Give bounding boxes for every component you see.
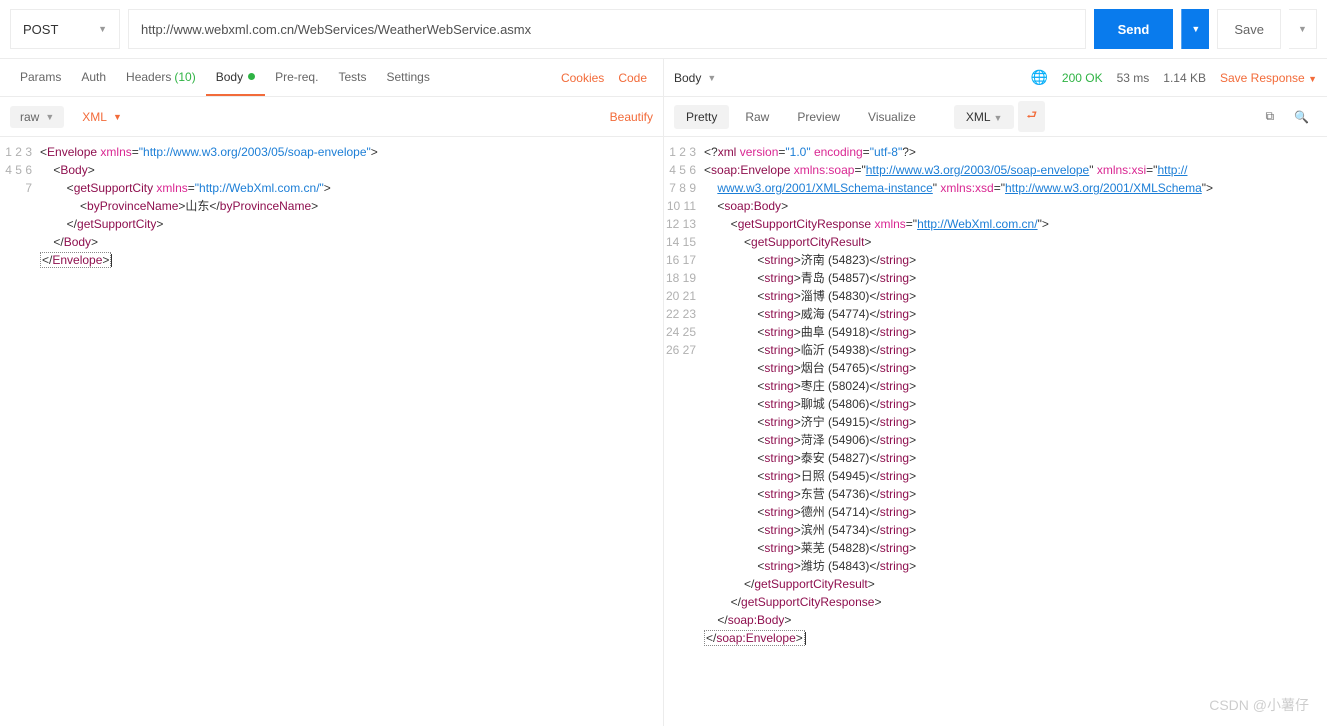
xml-select[interactable]: XML▼ <box>72 106 132 128</box>
chevron-down-icon: ▼ <box>993 113 1002 123</box>
response-editor[interactable]: 1 2 3 4 5 6 7 8 9 10 11 12 13 14 15 16 1… <box>664 137 1327 726</box>
line-gutter: 1 2 3 4 5 6 7 <box>0 137 40 726</box>
body-subbar: raw▼ XML▼ Beautify <box>0 97 663 137</box>
cookies-link[interactable]: Cookies <box>561 71 604 85</box>
request-pane: Params Auth Headers(10) Body Pre-req. Te… <box>0 59 664 726</box>
save-response-button[interactable]: Save Response ▼ <box>1220 71 1317 85</box>
watermark: CSDN @小薯仔 <box>1209 695 1309 715</box>
method-select[interactable]: POST ▼ <box>10 9 120 49</box>
status-code: 200 OK <box>1062 71 1103 85</box>
response-pane: Body▼ 🌐 200 OK 53 ms 1.14 KB Save Respon… <box>664 59 1327 726</box>
request-links: Cookies Code <box>561 71 653 85</box>
beautify-link[interactable]: Beautify <box>610 110 653 124</box>
main-split: Params Auth Headers(10) Body Pre-req. Te… <box>0 59 1327 726</box>
send-split-button[interactable]: ▼ <box>1181 9 1209 49</box>
request-editor[interactable]: 1 2 3 4 5 6 7 <Envelope xmlns="http://ww… <box>0 137 663 726</box>
globe-icon[interactable]: 🌐 <box>1030 69 1047 86</box>
chevron-down-icon: ▼ <box>707 73 716 83</box>
save-split-button[interactable]: ▼ <box>1289 9 1317 49</box>
tab-preview[interactable]: Preview <box>785 105 852 129</box>
method-value: POST <box>23 22 58 37</box>
tab-raw[interactable]: Raw <box>733 105 781 129</box>
request-bar: POST ▼ Send ▼ Save ▼ <box>0 0 1327 59</box>
chevron-down-icon: ▼ <box>45 112 54 122</box>
tab-settings[interactable]: Settings <box>376 59 439 96</box>
request-tabs: Params Auth Headers(10) Body Pre-req. Te… <box>0 59 663 97</box>
tab-headers[interactable]: Headers(10) <box>116 59 206 96</box>
response-time: 53 ms <box>1117 71 1150 85</box>
tab-prereq[interactable]: Pre-req. <box>265 59 328 96</box>
format-xml-select[interactable]: XML ▼ <box>954 105 1015 129</box>
line-gutter: 1 2 3 4 5 6 7 8 9 10 11 12 13 14 15 16 1… <box>664 137 704 726</box>
raw-select[interactable]: raw▼ <box>10 106 64 128</box>
tab-params[interactable]: Params <box>10 59 71 96</box>
send-button[interactable]: Send <box>1094 9 1174 49</box>
wrap-icon[interactable]: ⮐ <box>1018 101 1045 132</box>
code-body[interactable]: <Envelope xmlns="http://www.w3.org/2003/… <box>40 137 663 726</box>
tab-body[interactable]: Body <box>206 59 265 96</box>
tab-auth[interactable]: Auth <box>71 59 116 96</box>
copy-icon[interactable]: ⧉ <box>1257 104 1282 129</box>
response-size: 1.14 KB <box>1163 71 1206 85</box>
search-icon[interactable]: 🔍 <box>1286 105 1317 129</box>
save-button[interactable]: Save <box>1217 9 1281 49</box>
url-input[interactable] <box>128 9 1086 49</box>
tab-visualize[interactable]: Visualize <box>856 105 928 129</box>
response-body-select[interactable]: Body▼ <box>674 71 716 85</box>
chevron-down-icon: ▼ <box>113 112 122 122</box>
response-header: Body▼ 🌐 200 OK 53 ms 1.14 KB Save Respon… <box>664 59 1327 97</box>
tab-tests[interactable]: Tests <box>328 59 376 96</box>
chevron-down-icon: ▼ <box>1191 24 1200 34</box>
chevron-down-icon: ▼ <box>98 24 107 34</box>
dot-icon <box>248 73 255 80</box>
code-body: <?xml version="1.0" encoding="utf-8"?> <… <box>704 137 1327 726</box>
code-link[interactable]: Code <box>618 71 647 85</box>
chevron-down-icon: ▼ <box>1308 74 1317 84</box>
chevron-down-icon: ▼ <box>1298 24 1307 34</box>
response-tabs: Pretty Raw Preview Visualize XML ▼ ⮐ ⧉ 🔍 <box>664 97 1327 137</box>
tab-pretty[interactable]: Pretty <box>674 105 729 129</box>
